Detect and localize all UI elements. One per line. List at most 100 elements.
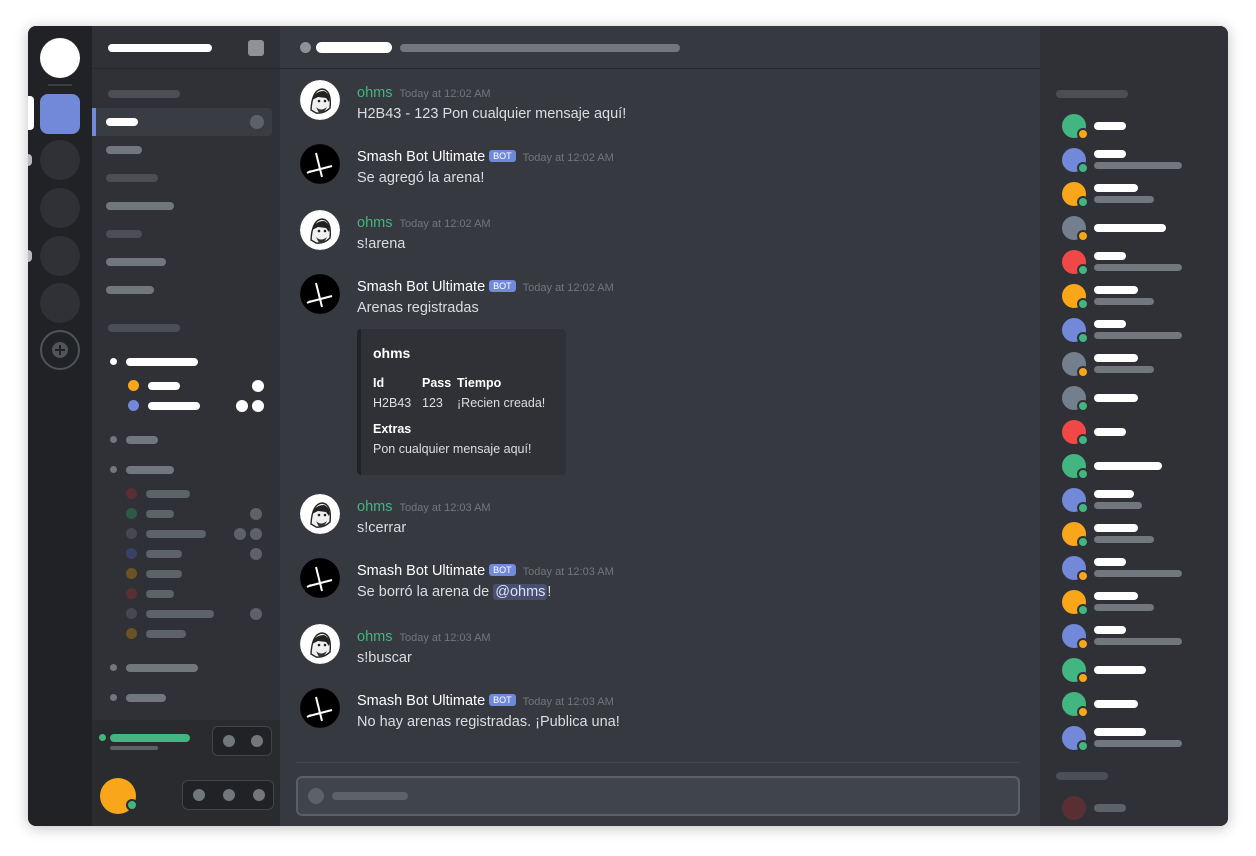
message-author[interactable]: ohms [357, 85, 392, 101]
mute-button[interactable] [193, 789, 205, 801]
member-name[interactable] [1094, 558, 1126, 566]
channel-topic [400, 44, 680, 52]
member-name[interactable] [1094, 700, 1138, 708]
voice-channel-name[interactable] [126, 466, 174, 474]
member-name[interactable] [1094, 524, 1138, 532]
message-author[interactable]: ohms [357, 499, 392, 515]
category-header[interactable] [108, 90, 180, 98]
channel-item[interactable] [106, 286, 154, 294]
member-status-icon [1077, 298, 1089, 310]
channel-item[interactable] [106, 146, 142, 154]
member-name[interactable] [1094, 804, 1126, 812]
voice-user-name[interactable] [146, 510, 174, 518]
member-name[interactable] [1094, 252, 1126, 260]
member-name[interactable] [1094, 428, 1126, 436]
server-header[interactable] [92, 26, 280, 69]
voice-user-name[interactable] [146, 530, 206, 538]
message-input[interactable] [296, 776, 1020, 816]
member-name[interactable] [1094, 394, 1138, 402]
add-server-button[interactable] [40, 330, 80, 370]
member-name[interactable] [1094, 354, 1138, 362]
home-button[interactable] [40, 38, 80, 78]
member-name[interactable] [1094, 592, 1138, 600]
member-activity [1094, 196, 1154, 203]
bot-avatar[interactable] [300, 144, 340, 184]
member-name[interactable] [1094, 626, 1126, 634]
user-avatar[interactable] [300, 494, 340, 534]
member-name[interactable] [1094, 728, 1146, 736]
server-icon[interactable] [40, 236, 80, 276]
voice-state-icon [250, 608, 262, 620]
message-author[interactable]: Smash Bot Ultimate [357, 279, 485, 295]
user-avatar[interactable] [300, 624, 340, 664]
selected-server-pill [28, 96, 34, 130]
member-status-icon [1077, 536, 1089, 548]
member-activity [1094, 604, 1154, 611]
voice-state-icon [234, 528, 246, 540]
category-header[interactable] [108, 324, 180, 332]
message-author[interactable]: Smash Bot Ultimate [357, 563, 485, 579]
channel-item[interactable] [106, 230, 142, 238]
member-avatar[interactable] [1062, 796, 1086, 820]
voice-channel-name[interactable] [126, 694, 166, 702]
voice-user-name[interactable] [146, 590, 174, 598]
channel-item[interactable] [106, 202, 174, 210]
member-name[interactable] [1094, 666, 1146, 674]
member-name[interactable] [1094, 122, 1126, 130]
message-author[interactable]: ohms [357, 629, 392, 645]
voice-user-name[interactable] [148, 382, 180, 390]
member-name[interactable] [1094, 224, 1166, 232]
voice-channel-name[interactable] [126, 664, 198, 672]
settings-button[interactable] [253, 789, 265, 801]
voice-channel-icon [110, 694, 117, 701]
message-author[interactable]: ohms [357, 215, 392, 231]
message-text: No hay arenas registradas. ¡Publica una! [357, 714, 620, 730]
member-status-icon [1077, 332, 1089, 344]
voice-user-name[interactable] [146, 610, 214, 618]
member-name[interactable] [1094, 184, 1138, 192]
voice-user-name[interactable] [146, 630, 186, 638]
voice-user-name[interactable] [148, 402, 200, 410]
voice-state-icon [236, 400, 248, 412]
voice-channel-name[interactable] [126, 358, 198, 366]
channel-item[interactable] [106, 174, 158, 182]
deafen-button[interactable] [223, 789, 235, 801]
member-name[interactable] [1094, 320, 1126, 328]
server-icon[interactable] [40, 140, 80, 180]
bot-avatar[interactable] [300, 688, 340, 728]
member-status-icon [1077, 162, 1089, 174]
server-icon[interactable] [40, 188, 80, 228]
bot-avatar[interactable] [300, 274, 340, 314]
channel-item-selected[interactable] [92, 108, 272, 136]
voice-channel-name[interactable] [126, 436, 158, 444]
message-author[interactable]: Smash Bot Ultimate [357, 149, 485, 165]
user-avatar[interactable] [300, 80, 340, 120]
server-icon[interactable] [40, 283, 80, 323]
server-menu-icon[interactable] [248, 40, 264, 56]
voice-user-name[interactable] [146, 490, 190, 498]
voice-user-name[interactable] [146, 550, 182, 558]
server-icon-active[interactable] [40, 94, 80, 134]
voice-user-avatar [126, 508, 137, 519]
message-text: s!cerrar [357, 520, 407, 536]
screen-share-button[interactable] [251, 735, 263, 747]
member-name[interactable] [1094, 150, 1126, 158]
message-text: H2B43 - 123 Pon cualquier mensaje aquí! [357, 106, 627, 122]
message-author[interactable]: Smash Bot Ultimate [357, 693, 485, 709]
user-mention[interactable]: @ohms [493, 584, 548, 600]
bot-avatar[interactable] [300, 558, 340, 598]
member-name[interactable] [1094, 490, 1134, 498]
member-status-icon [1077, 230, 1089, 242]
message-header: Smash Bot Ultimate BOT Today at 12:02 AM [357, 148, 614, 166]
disconnect-button[interactable] [223, 735, 235, 747]
upload-icon[interactable] [308, 788, 324, 804]
channel-item[interactable] [106, 258, 166, 266]
member-name[interactable] [1094, 462, 1162, 470]
voice-user-name[interactable] [146, 570, 182, 578]
member-name[interactable] [1094, 286, 1138, 294]
bot-badge: BOT [489, 564, 516, 576]
member-status-icon [1077, 434, 1089, 446]
member-group-header [1056, 90, 1128, 98]
user-avatar[interactable] [300, 210, 340, 250]
unread-pill [28, 154, 32, 166]
